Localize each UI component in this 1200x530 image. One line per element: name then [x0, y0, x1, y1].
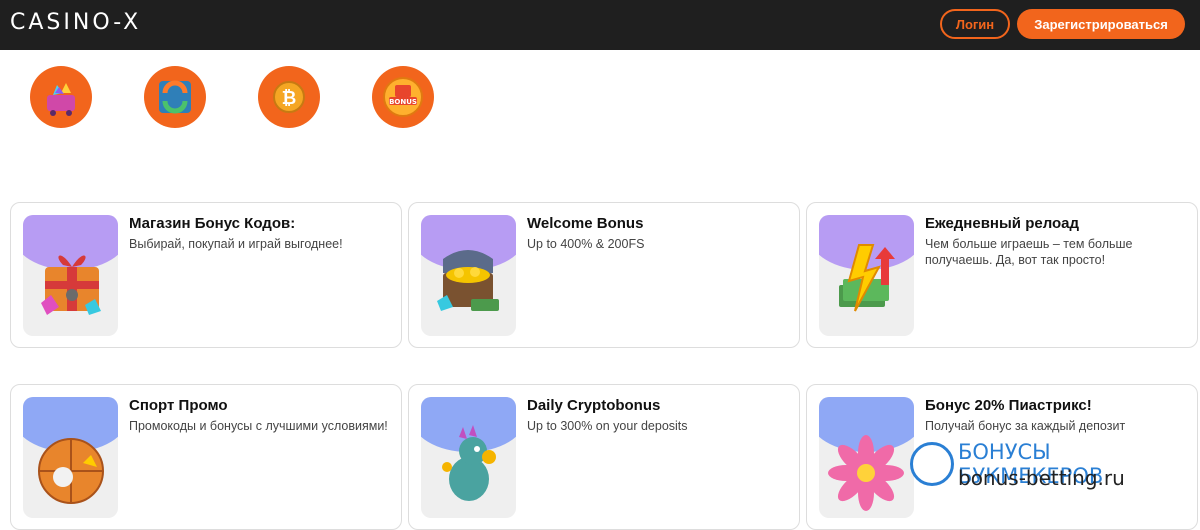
watermark-url: bonus-betting.ru [958, 466, 1125, 490]
card-title: Welcome Bonus [527, 215, 644, 232]
card-description: Up to 300% on your deposits [527, 419, 688, 433]
register-button[interactable]: Зарегистрироваться [1017, 9, 1185, 39]
card-title: Бонус 20% Пиастрикс! [925, 397, 1092, 414]
gift-box-gems-icon [41, 255, 101, 315]
category-gems[interactable] [30, 66, 92, 128]
promo-card-daily-reload[interactable]: Ежедневный релоад Чем больше играешь – т… [806, 202, 1198, 348]
category-exchange[interactable] [144, 66, 206, 128]
card-title: Daily Cryptobonus [527, 397, 661, 414]
top-header: CASINO-X Логин Зарегистрироваться [0, 0, 1200, 50]
login-button[interactable]: Логин [940, 9, 1010, 39]
card-title: Спорт Промо [129, 397, 228, 414]
promo-card-welcome-bonus[interactable]: Welcome Bonus Up to 400% & 200FS [408, 202, 800, 348]
svg-text:BONUS: BONUS [389, 98, 417, 106]
bitcoin-coins-icon: ₿ [273, 81, 305, 113]
card-thumbnail [421, 215, 516, 336]
card-description: Выбирай, покупай и играй выгоднее! [129, 237, 343, 251]
card-description: Чем больше играешь – тем больше получаеш… [925, 237, 1133, 267]
category-bonus[interactable]: BONUS [372, 66, 434, 128]
gem-cart-icon [47, 83, 75, 116]
exchange-icon [159, 80, 191, 114]
watermark: БОНУСЫ БУКМЕКЕРОВ bonus-betting.ru [906, 436, 1196, 496]
card-description: Получай бонус за каждый депозит [925, 419, 1126, 433]
card-thumbnail [819, 215, 914, 336]
soccer-ball-icon [910, 442, 954, 486]
card-thumbnail [23, 215, 118, 336]
cash-lightning-icon [839, 244, 895, 312]
svg-text:₿: ₿ [282, 88, 297, 109]
promo-card-sport-promo[interactable]: Спорт Промо Промокоды и бонусы с лучшими… [10, 384, 402, 530]
card-title: Ежедневный релоад [925, 215, 1080, 232]
bonus-gift-icon: BONUS [383, 77, 423, 117]
treasure-chest-icon [437, 250, 499, 311]
casino-logo[interactable]: CASINO-X [10, 10, 141, 35]
card-description: Up to 400% & 200FS [527, 237, 645, 251]
promo-card-daily-cryptobonus[interactable]: Daily Cryptobonus Up to 300% on your dep… [408, 384, 800, 530]
card-description: Промокоды и бонусы с лучшими условиями! [129, 419, 388, 433]
promo-card-bonus-shop[interactable]: Магазин Бонус Кодов: Выбирай, покупай и … [10, 202, 402, 348]
card-title: Магазин Бонус Кодов: [129, 215, 296, 232]
category-crypto[interactable]: ₿ [258, 66, 320, 128]
